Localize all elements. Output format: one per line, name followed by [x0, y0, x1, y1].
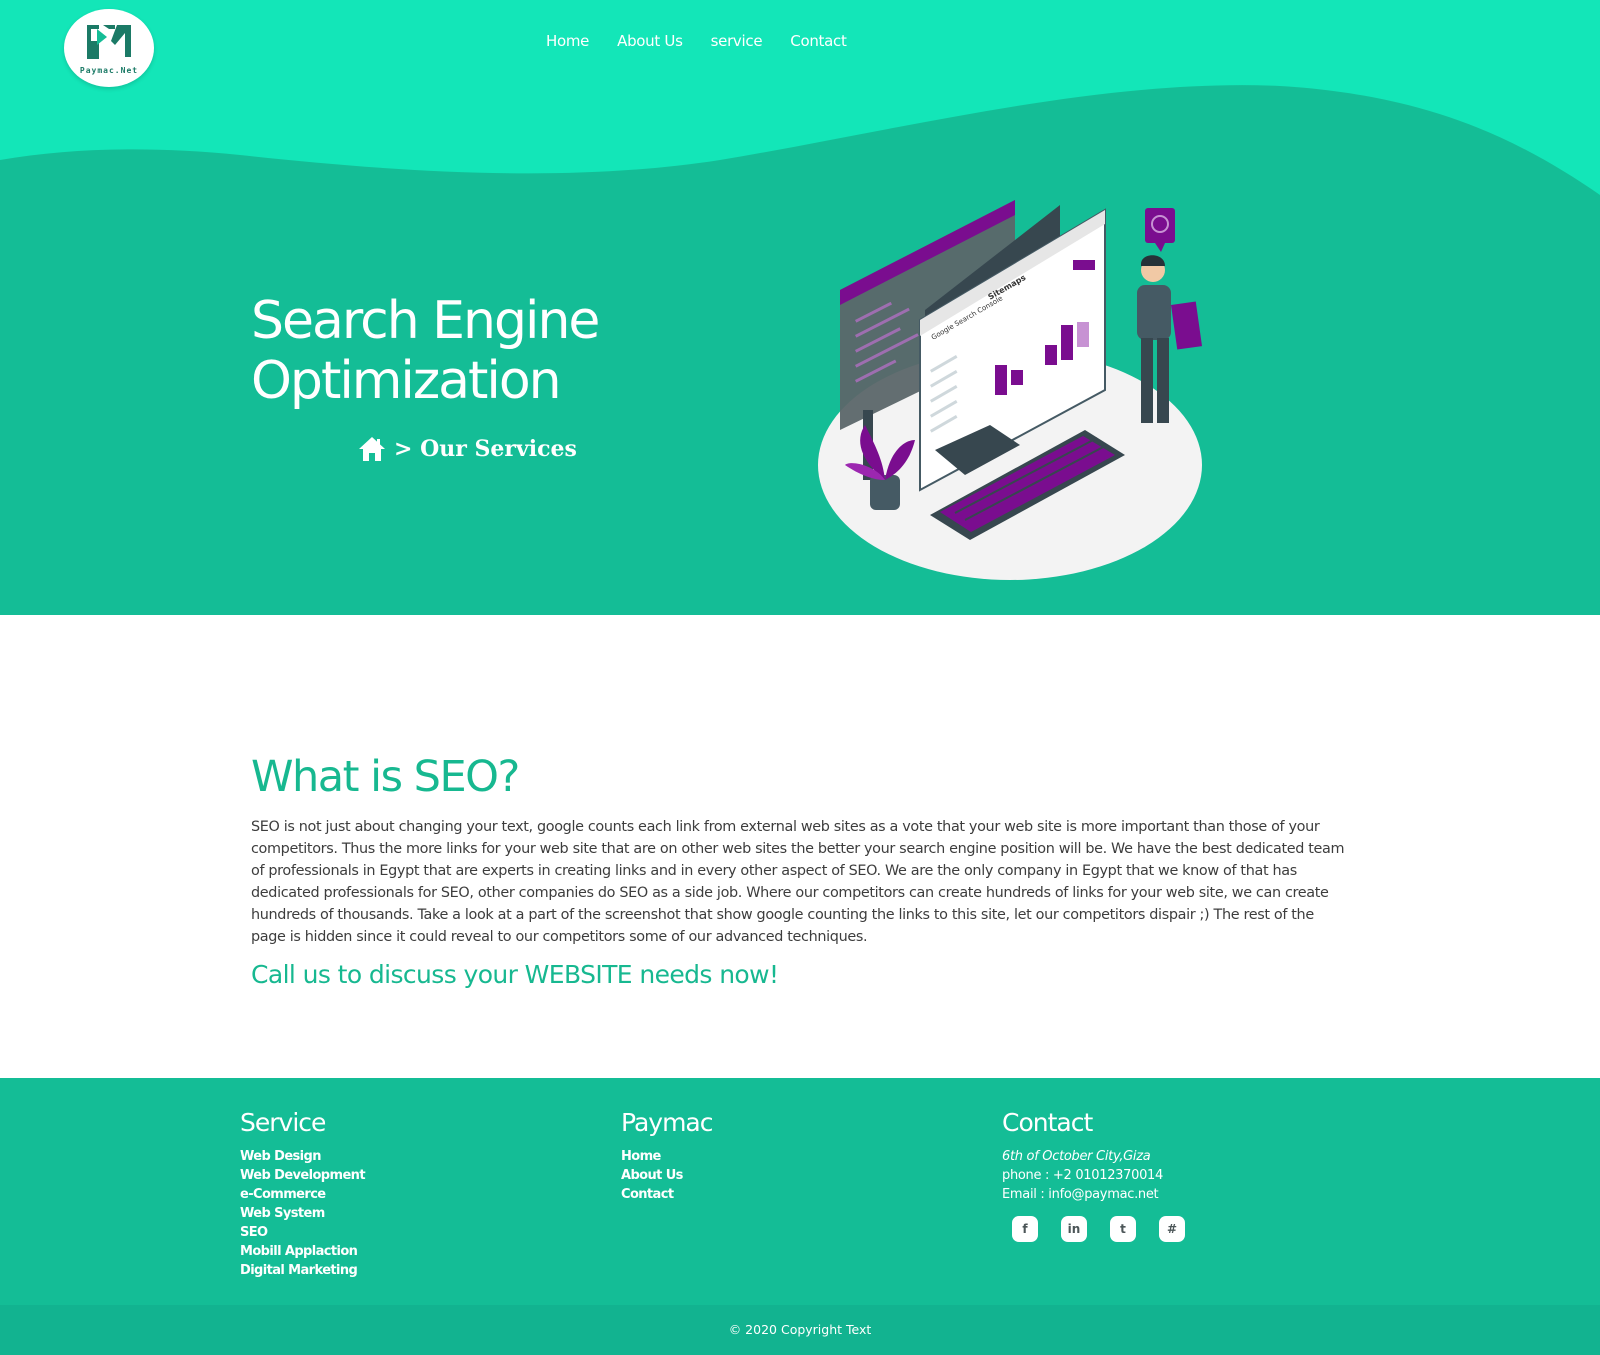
footer-contact-column: Contact 6th of October City,Giza phone :…: [1002, 1108, 1185, 1242]
slack-icon[interactable]: #: [1159, 1216, 1185, 1242]
breadcrumb: > Our Services: [358, 436, 577, 462]
footer-link-contact[interactable]: Contact: [621, 1185, 713, 1204]
footer-paymac-title: Paymac: [621, 1108, 713, 1137]
nav-contact[interactable]: Contact: [790, 32, 847, 50]
home-icon[interactable]: [358, 436, 386, 462]
footer-link-seo[interactable]: SEO: [240, 1223, 365, 1242]
hero-section: Paymac.Net Home About Us service Contact…: [0, 0, 1600, 615]
footer-link-mobile-app[interactable]: Mobill Applaction: [240, 1242, 365, 1261]
page-title-line2: Optimization: [251, 351, 562, 411]
logo-mark-icon: [87, 25, 131, 59]
seo-content: What is SEO? SEO is not just about chang…: [251, 750, 1351, 989]
section-heading: What is SEO?: [251, 752, 520, 802]
copyright-bar: © 2020 Copyright Text: [0, 1305, 1600, 1355]
nav-home[interactable]: Home: [546, 32, 589, 50]
copyright-text: © 2020 Copyright Text: [728, 1322, 872, 1337]
facebook-icon[interactable]: f: [1012, 1216, 1038, 1242]
seo-illustration: Google Search Console Sitemaps: [818, 200, 1203, 580]
brand-logo[interactable]: Paymac.Net: [64, 9, 154, 87]
contact-email: Email : info@paymac.net: [1002, 1187, 1159, 1202]
footer-link-web-design[interactable]: Web Design: [240, 1147, 365, 1166]
site-footer: Service Web Design Web Development e-Com…: [0, 1078, 1600, 1305]
footer-service-title: Service: [240, 1108, 326, 1137]
twitter-icon[interactable]: t: [1110, 1216, 1136, 1242]
page-title-line1: Search Engine: [251, 291, 600, 351]
footer-link-about-us[interactable]: About Us: [621, 1166, 713, 1185]
linkedin-icon[interactable]: in: [1061, 1216, 1087, 1242]
footer-link-e-commerce[interactable]: e-Commerce: [240, 1185, 365, 1204]
section-body: SEO is not just about changing your text…: [251, 819, 1345, 945]
footer-link-web-system[interactable]: Web System: [240, 1204, 365, 1223]
nav-about-us[interactable]: About Us: [617, 32, 683, 50]
nav-service[interactable]: service: [711, 32, 763, 50]
footer-contact-title: Contact: [1002, 1108, 1093, 1137]
contact-phone: phone : +2 01012370014: [1002, 1168, 1164, 1183]
cta-text: Call us to discuss your WEBSITE needs no…: [251, 960, 779, 989]
contact-address: 6th of October City,Giza: [1002, 1149, 1151, 1164]
footer-paymac-column: Paymac Home About Us Contact: [621, 1108, 713, 1204]
breadcrumb-current: > Our Services: [394, 436, 577, 462]
page-title: Search Engine Optimization: [251, 291, 671, 411]
main-nav: Home About Us service Contact: [546, 32, 875, 50]
footer-link-home[interactable]: Home: [621, 1147, 713, 1166]
footer-link-digital-marketing[interactable]: Digital Marketing: [240, 1261, 365, 1280]
hero-wave-decoration: [0, 0, 1600, 195]
logo-text: Paymac.Net: [79, 66, 139, 75]
footer-service-column: Service Web Design Web Development e-Com…: [240, 1108, 366, 1280]
social-links: f in t #: [1012, 1216, 1185, 1242]
footer-link-web-development[interactable]: Web Development: [240, 1166, 366, 1185]
